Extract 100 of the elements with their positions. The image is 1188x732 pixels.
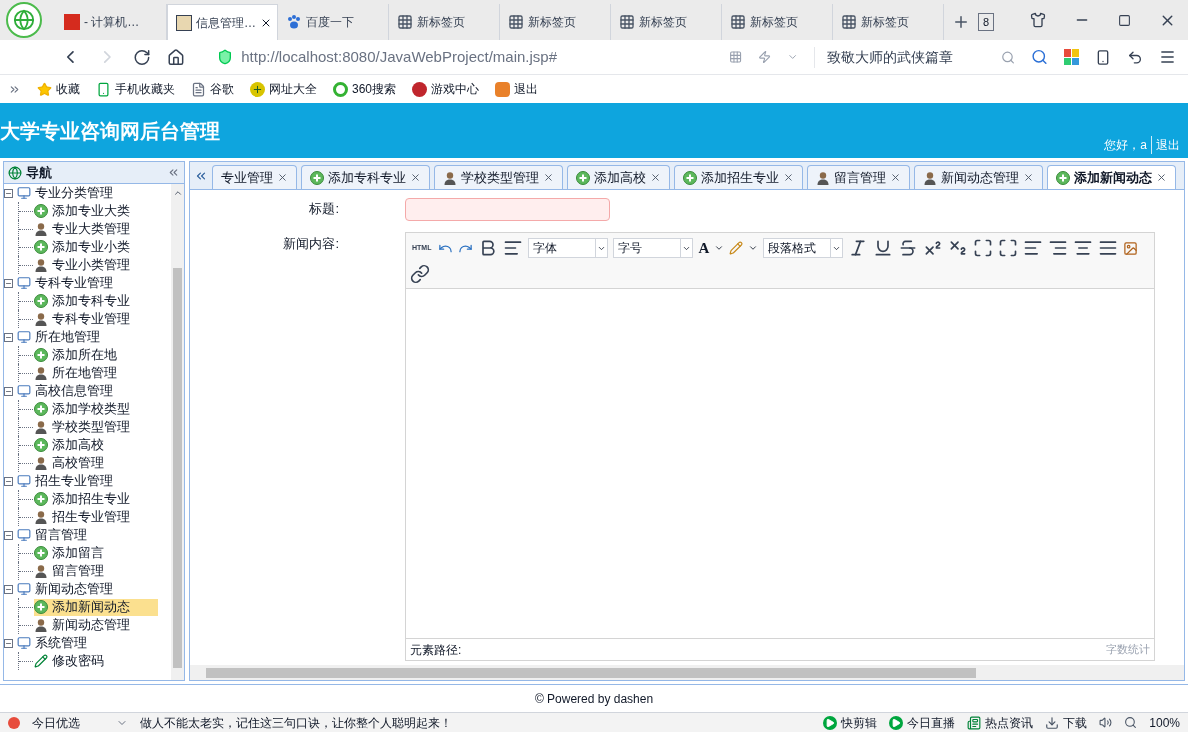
- search-icon[interactable]: [1030, 48, 1048, 66]
- expander-icon[interactable]: [4, 386, 13, 396]
- browser-tab[interactable]: 新标签页: [833, 4, 944, 40]
- tree-item[interactable]: 添加专业大类: [34, 202, 138, 220]
- star-icon: [37, 81, 52, 97]
- bookmark-link[interactable]: 游戏中心: [412, 80, 480, 98]
- page-tab[interactable]: 添加专科专业: [301, 165, 430, 189]
- tree-item[interactable]: 专科专业管理: [34, 310, 138, 328]
- expander-icon[interactable]: [4, 188, 13, 198]
- font-color-icon[interactable]: A: [698, 237, 710, 260]
- page-tab[interactable]: 新闻动态管理: [914, 165, 1043, 189]
- address-field[interactable]: http://localhost:8080/JavaWebProject/main.jsp#: [241, 45, 557, 69]
- page-tab[interactable]: 添加招生专业: [674, 165, 803, 189]
- qr-icon[interactable]: [728, 50, 742, 64]
- title-input[interactable]: [405, 197, 610, 221]
- tree-item[interactable]: 新闻动态管理: [34, 616, 138, 634]
- editor-dropdown[interactable]: 字号: [613, 238, 694, 259]
- zoom-icon[interactable]: [1124, 716, 1138, 729]
- shirt-icon[interactable]: [1030, 12, 1046, 28]
- person-icon: [34, 366, 48, 380]
- bookmark-link[interactable]: 360搜索: [333, 80, 397, 98]
- menu-icon[interactable]: [1159, 48, 1176, 66]
- tree-node[interactable]: 所在地管理: [4, 328, 171, 346]
- apps-icon[interactable]: [1063, 49, 1079, 65]
- bookmark-link[interactable]: 手机收藏夹: [96, 80, 175, 98]
- tree-item[interactable]: 添加高校: [34, 436, 112, 454]
- scroll-up-icon[interactable]: [172, 188, 183, 198]
- image-icon[interactable]: [1123, 240, 1139, 256]
- bookmark-link[interactable]: 谷歌: [191, 80, 234, 98]
- browser-tab[interactable]: 新标签页: [722, 4, 833, 40]
- expander-icon[interactable]: [4, 638, 13, 648]
- tab-title: 新标签页: [528, 14, 576, 31]
- browser-tab[interactable]: 百度一下: [278, 4, 389, 40]
- status-link[interactable]: 热点资讯: [967, 713, 1034, 732]
- tree-item[interactable]: 添加新闻动态: [34, 598, 158, 616]
- expander-icon[interactable]: [4, 530, 13, 540]
- expander-icon[interactable]: [4, 584, 13, 594]
- home-icon[interactable]: [167, 47, 186, 67]
- expander-icon[interactable]: [4, 332, 13, 342]
- horizontal-scrollbar[interactable]: [190, 665, 1184, 680]
- tree-item[interactable]: 专业大类管理: [34, 220, 138, 238]
- speaker-icon[interactable]: [1099, 716, 1113, 729]
- browser-tab[interactable]: 新标签页: [611, 4, 722, 40]
- monitor-icon: [17, 330, 31, 344]
- expander-icon[interactable]: [4, 278, 13, 288]
- new-tab-icon[interactable]: [952, 13, 970, 31]
- person-icon: [34, 222, 48, 236]
- tree-item[interactable]: 学校类型管理: [34, 418, 138, 436]
- status-link[interactable]: 今日优选: [32, 713, 80, 732]
- tree-item[interactable]: 专业小类管理: [34, 256, 138, 274]
- scrollbar[interactable]: [171, 184, 184, 680]
- tree-item[interactable]: 添加招生专业: [34, 490, 138, 508]
- tree-node[interactable]: 招生专业管理: [4, 472, 171, 490]
- status-link[interactable]: 快剪辑: [823, 713, 878, 732]
- page-tab[interactable]: 学校类型管理: [434, 165, 563, 189]
- tree-item[interactable]: 添加所在地: [34, 346, 125, 364]
- close-icon[interactable]: [1156, 172, 1167, 183]
- tree-item[interactable]: 添加留言: [34, 544, 112, 562]
- search-icon[interactable]: [1000, 49, 1015, 65]
- tree-item[interactable]: 修改密码: [34, 652, 112, 670]
- tree-item[interactable]: 添加专业小类: [34, 238, 138, 256]
- page-tab[interactable]: 专业管理: [212, 165, 297, 189]
- tree-node[interactable]: 留言管理: [4, 526, 171, 544]
- page-tab[interactable]: 添加高校: [567, 165, 670, 189]
- tree-node[interactable]: 高校信息管理: [4, 382, 171, 400]
- page-tab[interactable]: 添加新闻动态: [1047, 165, 1176, 189]
- maximize-icon[interactable]: [1118, 13, 1131, 27]
- bookmark-link[interactable]: 收藏: [37, 80, 80, 98]
- reload-icon[interactable]: [133, 47, 152, 67]
- tree-item[interactable]: 留言管理: [34, 562, 112, 580]
- tree-item[interactable]: 高校管理: [34, 454, 112, 472]
- tree-item[interactable]: 添加专科专业: [34, 292, 138, 310]
- editor-dropdown[interactable]: 字体: [528, 238, 609, 259]
- search-field[interactable]: 致敬大师的武侠篇章: [814, 46, 985, 68]
- news-link[interactable]: 做人不能太老实，记住这三句口诀，让你整个人聪明起来！: [140, 713, 452, 732]
- element-path: 元素路径:: [410, 641, 462, 659]
- tree-item[interactable]: 添加学校类型: [34, 400, 138, 418]
- tree-node[interactable]: 专科专业管理: [4, 274, 171, 292]
- editor-dropdown[interactable]: 段落格式: [763, 238, 844, 259]
- person-icon: [34, 420, 48, 434]
- tree-item[interactable]: 所在地管理: [34, 364, 125, 382]
- tree-item[interactable]: 招生专业管理: [34, 508, 138, 526]
- browser-tab[interactable]: 新标签页: [500, 4, 611, 40]
- browser-tab[interactable]: 信息管理…: [167, 4, 278, 40]
- collapse-icon[interactable]: [167, 166, 180, 179]
- tree-node[interactable]: 专业分类管理: [4, 184, 171, 202]
- tree-node[interactable]: 新闻动态管理: [4, 580, 171, 598]
- zoom-level[interactable]: 100%: [1149, 713, 1180, 732]
- person-icon: [34, 618, 48, 632]
- status-link[interactable]: 下载: [1045, 713, 1088, 732]
- link-icon[interactable]: [410, 263, 430, 284]
- highlighter-icon[interactable]: [729, 241, 744, 256]
- status-link[interactable]: 今日直播: [889, 713, 956, 732]
- tab-count[interactable]: 8: [978, 13, 995, 31]
- bookmark-link[interactable]: 退出: [495, 80, 539, 98]
- expander-icon[interactable]: [4, 476, 13, 486]
- page-tab[interactable]: 留言管理: [807, 165, 910, 189]
- tree-node[interactable]: 系统管理: [4, 634, 171, 652]
- browser-tab[interactable]: 新标签页: [389, 4, 500, 40]
- bookmark-link[interactable]: 网址大全: [250, 80, 317, 98]
